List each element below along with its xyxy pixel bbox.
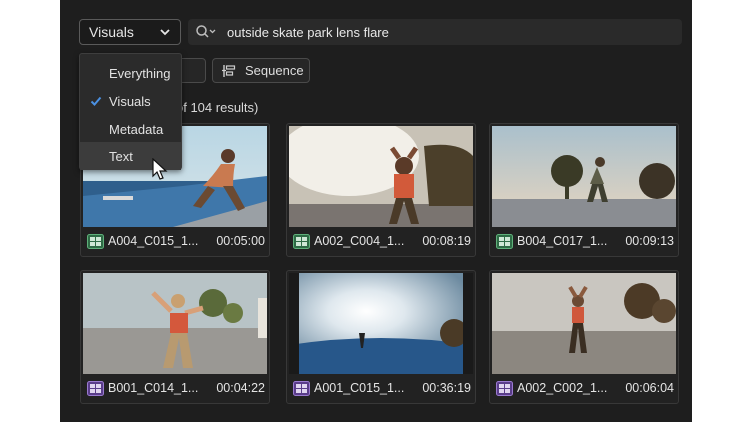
checkmark-icon — [90, 96, 102, 106]
search-input[interactable] — [225, 23, 669, 41]
clip-card[interactable]: B001_C014_1... 00:04:22 — [80, 270, 270, 404]
clip-name: A001_C015_1... — [314, 381, 405, 395]
menu-item-visuals[interactable]: Visuals — [80, 87, 181, 115]
mouse-cursor-icon — [152, 158, 168, 180]
clip-icon — [293, 233, 310, 249]
clip-name: A002_C002_1... — [517, 381, 608, 395]
clip-thumbnail — [83, 273, 267, 374]
clip-icon — [87, 233, 104, 249]
clip-thumbnail — [492, 126, 676, 227]
clip-caption: A002_C002_1... 00:06:04 — [496, 378, 674, 398]
sequence-filter-label: Sequence — [245, 63, 304, 78]
clip-thumbnail — [289, 126, 473, 227]
clip-card[interactable]: A001_C015_1... 00:36:19 — [286, 270, 476, 404]
clip-caption: A002_C004_1... 00:08:19 — [293, 231, 471, 251]
search-icon — [196, 25, 216, 38]
clip-name: B001_C014_1... — [108, 381, 199, 395]
clip-caption: A004_C015_1... 00:05:00 — [87, 231, 265, 251]
clip-thumbnail — [492, 273, 676, 374]
clip-name: A002_C004_1... — [314, 234, 405, 248]
scope-select-value: Visuals — [89, 24, 134, 40]
clip-caption: B004_C017_1... 00:09:13 — [496, 231, 674, 251]
search-field[interactable] — [188, 19, 682, 45]
clip-icon — [293, 380, 310, 396]
sequence-filter-chip[interactable]: Sequence — [212, 58, 310, 83]
clip-name: A004_C015_1... — [108, 234, 199, 248]
clip-thumbnail — [289, 273, 473, 374]
clip-caption: B001_C014_1... 00:04:22 — [87, 378, 265, 398]
results-count: of 104 results) — [176, 100, 259, 115]
clip-card[interactable]: A002_C004_1... 00:08:19 — [286, 123, 476, 257]
clip-card[interactable]: A002_C002_1... 00:06:04 — [489, 270, 679, 404]
clip-duration: 00:05:00 — [216, 234, 265, 248]
clip-duration: 00:08:19 — [422, 234, 471, 248]
menu-item-metadata[interactable]: Metadata — [80, 115, 181, 143]
clip-icon — [496, 233, 513, 249]
menu-item-everything[interactable]: Everything — [80, 59, 181, 87]
scope-dropdown-menu: Everything Visuals Metadata Text — [79, 53, 182, 170]
clip-icon — [496, 380, 513, 396]
clip-duration: 00:06:04 — [625, 381, 674, 395]
clip-name: B004_C017_1... — [517, 234, 608, 248]
clip-icon — [87, 380, 104, 396]
sequence-icon — [222, 64, 236, 77]
clip-duration: 00:36:19 — [422, 381, 471, 395]
clip-card[interactable]: B004_C017_1... 00:09:13 — [489, 123, 679, 257]
clip-duration: 00:04:22 — [216, 381, 265, 395]
clip-duration: 00:09:13 — [625, 234, 674, 248]
scope-select[interactable]: Visuals — [79, 19, 181, 45]
chevron-down-icon — [160, 29, 170, 36]
clip-caption: A001_C015_1... 00:36:19 — [293, 378, 471, 398]
